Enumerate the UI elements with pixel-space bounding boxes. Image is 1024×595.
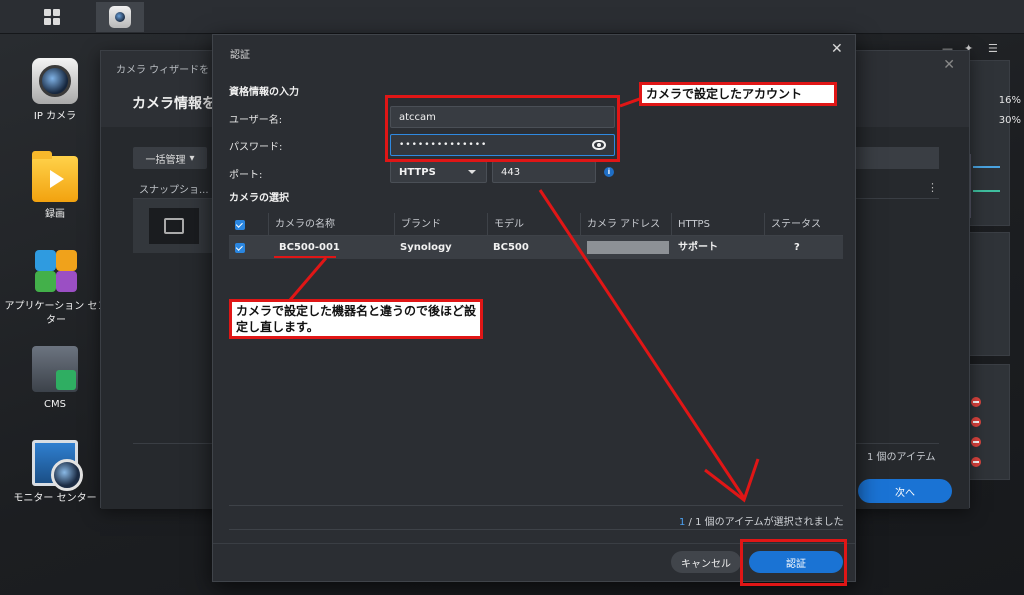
desktop-icon-label: IP カメラ bbox=[33, 111, 77, 122]
desktop-icon-label: CMS bbox=[44, 399, 66, 410]
credentials-section-title: 資格情報の入力 bbox=[229, 87, 299, 98]
port-value: 443 bbox=[501, 166, 521, 178]
recording-folder-icon bbox=[32, 151, 78, 202]
port-label: ポート: bbox=[229, 170, 263, 181]
ip-camera-icon bbox=[32, 58, 78, 104]
memory-percent: 30% bbox=[998, 115, 1021, 126]
camera-name-annotation: カメラで設定した機器名と違うので後ほど設定し直します。 bbox=[229, 299, 483, 339]
selection-count: 1 / 1 個のアイテムが選択されました bbox=[679, 513, 844, 528]
cell-camera-address-redacted bbox=[587, 241, 669, 254]
desktop-icon-monitor-center[interactable]: モニター センター bbox=[0, 440, 110, 506]
remove-icon[interactable] bbox=[971, 397, 981, 407]
selection-divider bbox=[229, 529, 843, 530]
close-icon[interactable]: ✕ bbox=[831, 41, 843, 57]
bulk-manage-button[interactable]: 一括管理 ▾ bbox=[133, 147, 207, 169]
username-label: ユーザー名: bbox=[229, 115, 283, 126]
bulk-manage-label: 一括管理 bbox=[145, 154, 186, 166]
select-all-checkbox[interactable] bbox=[235, 220, 245, 230]
monitor-center-icon bbox=[32, 440, 83, 491]
column-camera-address: カメラ アドレス bbox=[580, 213, 668, 236]
grid-icon bbox=[44, 9, 60, 25]
video-camera-icon bbox=[149, 208, 199, 244]
surveillance-station-taskbar-button[interactable] bbox=[96, 2, 144, 32]
protocol-value: HTTPS bbox=[399, 166, 436, 178]
remove-icon[interactable] bbox=[971, 417, 981, 427]
cell-brand: Synology bbox=[400, 242, 452, 253]
cpu-percent: 16% bbox=[998, 95, 1021, 106]
dialog-title: 認証 bbox=[230, 50, 250, 61]
camera-name-underline bbox=[274, 256, 336, 258]
column-https: HTTPS bbox=[671, 213, 759, 236]
desktop-icon-label: 録画 bbox=[45, 209, 65, 220]
column-brand: ブランド bbox=[394, 213, 482, 236]
wizard-search-field[interactable] bbox=[855, 147, 939, 169]
table-header: カメラの名称 ブランド モデル カメラ アドレス HTTPS ステータス bbox=[229, 213, 843, 236]
desktop-icon-recording[interactable]: 録画 bbox=[0, 151, 110, 222]
info-icon[interactable]: i bbox=[604, 167, 614, 177]
row-checkbox[interactable] bbox=[235, 243, 245, 253]
desktop-icon-label: モニター センター bbox=[13, 493, 97, 504]
port-input[interactable]: 443 bbox=[492, 161, 596, 183]
desktop-icon-ip-camera[interactable]: IP カメラ bbox=[0, 58, 110, 124]
surveillance-camera-icon bbox=[109, 6, 131, 28]
desktop-icon-cms[interactable]: CMS bbox=[0, 346, 110, 412]
desktop-icon-label: アプリケーション センター bbox=[4, 301, 108, 326]
next-button[interactable]: 次へ bbox=[858, 479, 952, 503]
main-menu-button[interactable] bbox=[28, 2, 76, 32]
cell-model: BC500 bbox=[493, 242, 529, 253]
credentials-highlight-box bbox=[385, 95, 620, 162]
taskbar bbox=[0, 0, 1024, 34]
camera-section-title: カメラの選択 bbox=[229, 193, 289, 204]
wizard-item-count: 1 個のアイテム bbox=[867, 452, 936, 463]
account-annotation: カメラで設定したアカウント bbox=[639, 82, 837, 106]
chevron-down-icon: ▾ bbox=[189, 152, 195, 164]
widget-settings-icon[interactable]: ☰ bbox=[988, 42, 998, 55]
column-camera-name: カメラの名称 bbox=[268, 213, 381, 236]
puzzle-icon bbox=[33, 248, 79, 294]
cms-icon bbox=[32, 346, 78, 392]
column-status: ステータス bbox=[764, 213, 843, 236]
table-divider bbox=[229, 505, 843, 506]
remove-icon[interactable] bbox=[971, 457, 981, 467]
cell-https: サポート bbox=[678, 242, 718, 253]
password-label: パスワード: bbox=[229, 142, 283, 153]
selection-text: / 1 個のアイテムが選択されました bbox=[685, 517, 844, 528]
wizard-title: カメラ ウィザードを bbox=[116, 65, 210, 76]
wizard-heading: カメラ情報を bbox=[132, 96, 216, 112]
column-model: モデル bbox=[487, 213, 575, 236]
remove-icon[interactable] bbox=[971, 437, 981, 447]
more-options-icon[interactable]: ⋮ bbox=[927, 181, 938, 194]
cancel-button[interactable]: キャンセル bbox=[671, 551, 741, 573]
protocol-select[interactable]: HTTPS bbox=[390, 161, 487, 183]
camera-table: カメラの名称 ブランド モデル カメラ アドレス HTTPS ステータス BC5… bbox=[229, 213, 843, 259]
chevron-down-icon bbox=[468, 170, 476, 174]
close-icon[interactable]: ✕ bbox=[943, 57, 955, 73]
snapshot-column-header: スナップショ... bbox=[139, 185, 209, 196]
desktop-icon-application-center[interactable]: アプリケーション センター bbox=[0, 248, 112, 328]
auth-button-highlight-box bbox=[740, 539, 847, 586]
usage-graph bbox=[970, 154, 1000, 218]
cell-status: ? bbox=[794, 242, 800, 253]
